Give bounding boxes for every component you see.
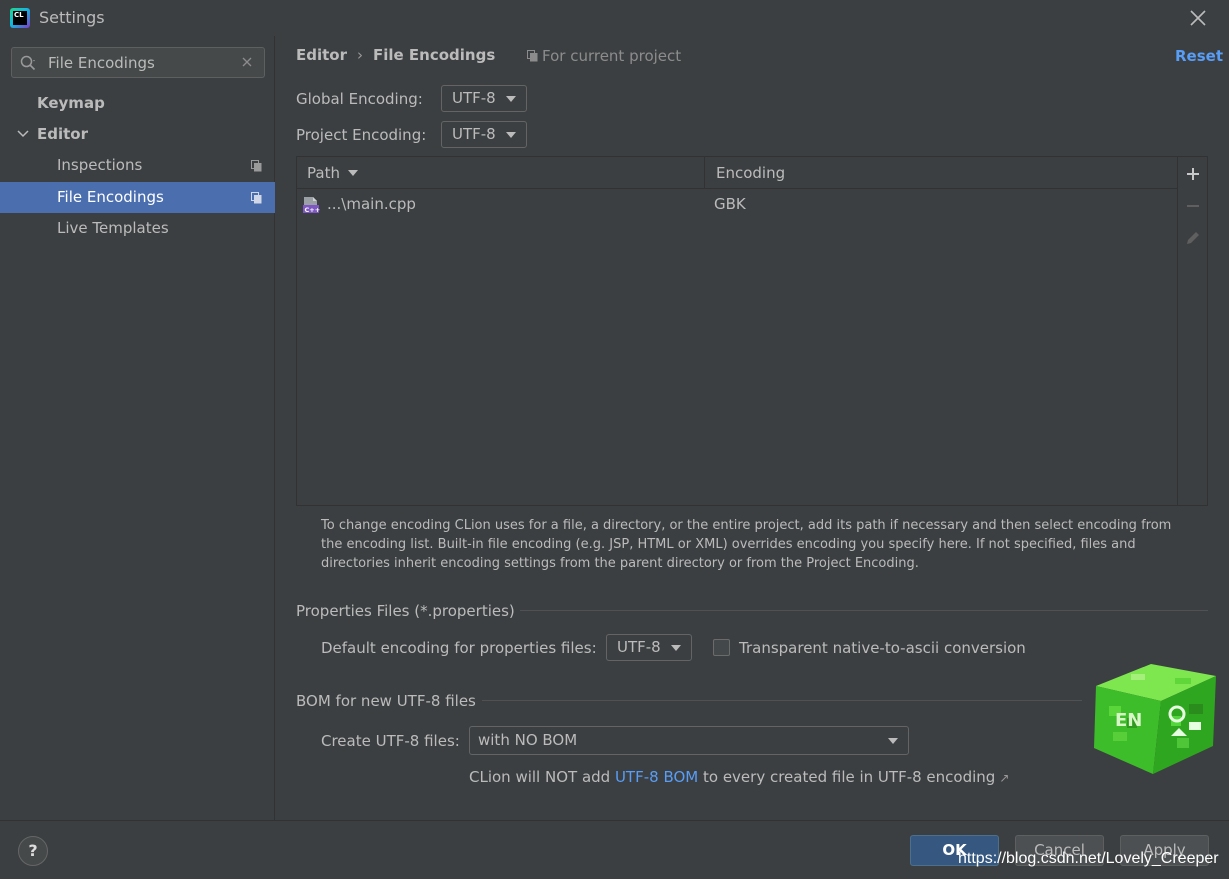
dropdown-arrow-icon bbox=[506, 96, 516, 102]
remove-icon[interactable] bbox=[1184, 197, 1202, 215]
create-utf8-label: Create UTF-8 files: bbox=[321, 732, 460, 750]
dropdown-arrow-icon bbox=[671, 645, 681, 651]
global-encoding-value: UTF-8 bbox=[452, 89, 496, 107]
reset-link[interactable]: Reset bbox=[1175, 47, 1223, 65]
search-icon bbox=[20, 55, 36, 71]
bom-section-title: BOM for new UTF-8 files bbox=[296, 692, 476, 710]
settings-search-box[interactable] bbox=[11, 47, 265, 78]
cube-label: EN bbox=[1115, 710, 1142, 731]
dropdown-arrow-icon bbox=[506, 132, 516, 138]
dialog-footer: ? OK Cancel Apply https://blog.csdn.net/… bbox=[0, 820, 1229, 879]
table-row[interactable]: C++ ...\main.cpp GBK bbox=[297, 189, 1177, 220]
scope-label: For current project bbox=[527, 47, 681, 65]
properties-encoding-value: UTF-8 bbox=[617, 638, 661, 656]
clear-search-icon[interactable] bbox=[241, 56, 253, 68]
dropdown-arrow-icon bbox=[888, 738, 898, 744]
sidebar-item-label: Keymap bbox=[37, 94, 105, 112]
table-toolbar bbox=[1177, 157, 1207, 505]
column-header-label: Encoding bbox=[716, 164, 786, 182]
project-encoding-value: UTF-8 bbox=[452, 125, 496, 143]
settings-content: Editor › File Encodings For current projec… bbox=[276, 36, 1229, 820]
help-button[interactable]: ? bbox=[18, 836, 48, 866]
sidebar-item-label: File Encodings bbox=[57, 188, 164, 206]
title-bar: CL Settings bbox=[0, 0, 1229, 36]
bom-note-prefix: CLion will NOT add bbox=[469, 768, 615, 786]
breadcrumb-parent[interactable]: Editor bbox=[296, 46, 347, 64]
app-icon-text: CL bbox=[13, 11, 27, 25]
sidebar-item-label: Inspections bbox=[57, 156, 143, 174]
breadcrumb-separator: › bbox=[357, 46, 363, 64]
window-title: Settings bbox=[39, 8, 105, 27]
properties-default-label: Default encoding for properties files: bbox=[321, 639, 597, 657]
native-to-ascii-label[interactable]: Transparent native-to-ascii conversion bbox=[739, 639, 1026, 657]
native-to-ascii-checkbox[interactable] bbox=[713, 639, 730, 656]
watermark-text: https://blog.csdn.net/Lovely_Creeper bbox=[958, 850, 1219, 867]
project-encoding-dropdown[interactable]: UTF-8 bbox=[441, 121, 527, 148]
edit-icon[interactable] bbox=[1184, 229, 1202, 247]
project-scope-icon bbox=[527, 50, 538, 62]
search-input[interactable] bbox=[48, 52, 238, 74]
sidebar-item-file-encodings[interactable]: File Encodings bbox=[0, 182, 275, 213]
cell-path: ...\main.cpp bbox=[327, 195, 416, 213]
column-header-path[interactable]: Path bbox=[297, 157, 705, 189]
bom-dropdown[interactable]: with NO BOM bbox=[469, 726, 909, 755]
global-encoding-dropdown[interactable]: UTF-8 bbox=[441, 85, 527, 112]
breadcrumb-current: File Encodings bbox=[373, 46, 496, 64]
close-icon[interactable] bbox=[1186, 6, 1210, 30]
chevron-down-icon[interactable] bbox=[17, 129, 29, 139]
sort-desc-icon bbox=[347, 170, 358, 176]
sidebar-item-inspections[interactable]: Inspections bbox=[0, 150, 275, 181]
encoding-help-text: To change encoding CLion uses for a file… bbox=[321, 518, 1172, 571]
section-divider bbox=[520, 610, 1208, 611]
clion-app-icon: CL bbox=[10, 8, 30, 28]
table-header: Path Encoding bbox=[297, 157, 1177, 189]
translator-cube-icon: EN bbox=[1094, 664, 1216, 774]
cpp-file-icon: C++ bbox=[303, 197, 321, 214]
svg-text:C++: C++ bbox=[305, 206, 321, 214]
bom-note: CLion will NOT add UTF-8 BOM to every cr… bbox=[469, 768, 1009, 786]
cell-encoding[interactable]: GBK bbox=[714, 189, 746, 220]
sidebar-item-live-templates[interactable]: Live Templates bbox=[0, 213, 275, 244]
bom-note-suffix: to every created file in UTF-8 encoding bbox=[698, 768, 996, 786]
external-link-icon: ↗ bbox=[999, 771, 1010, 785]
project-scope-icon bbox=[251, 160, 262, 172]
column-header-label: Path bbox=[307, 164, 340, 182]
utf8-bom-link[interactable]: UTF-8 BOM bbox=[615, 768, 698, 786]
properties-encoding-dropdown[interactable]: UTF-8 bbox=[606, 634, 692, 661]
sidebar-item-label: Editor bbox=[37, 125, 88, 143]
section-divider bbox=[482, 700, 1082, 701]
project-encoding-label: Project Encoding: bbox=[296, 126, 427, 144]
global-encoding-label: Global Encoding: bbox=[296, 90, 423, 108]
bom-value: with NO BOM bbox=[478, 731, 578, 749]
column-header-encoding[interactable]: Encoding bbox=[706, 157, 1176, 189]
sidebar-item-editor[interactable]: Editor bbox=[0, 119, 275, 150]
project-scope-icon bbox=[251, 192, 262, 204]
file-encodings-table: Path Encoding C++ ...\main.cpp GBK bbox=[296, 156, 1208, 506]
sidebar-item-label: Live Templates bbox=[57, 219, 169, 237]
breadcrumb: Editor › File Encodings bbox=[296, 46, 495, 64]
add-icon[interactable] bbox=[1184, 165, 1202, 183]
properties-section-title: Properties Files (*.properties) bbox=[296, 602, 515, 620]
scope-text: For current project bbox=[542, 47, 682, 65]
settings-sidebar: Keymap Editor Inspections File Encodings… bbox=[0, 36, 275, 820]
sidebar-item-keymap[interactable]: Keymap bbox=[0, 88, 275, 119]
